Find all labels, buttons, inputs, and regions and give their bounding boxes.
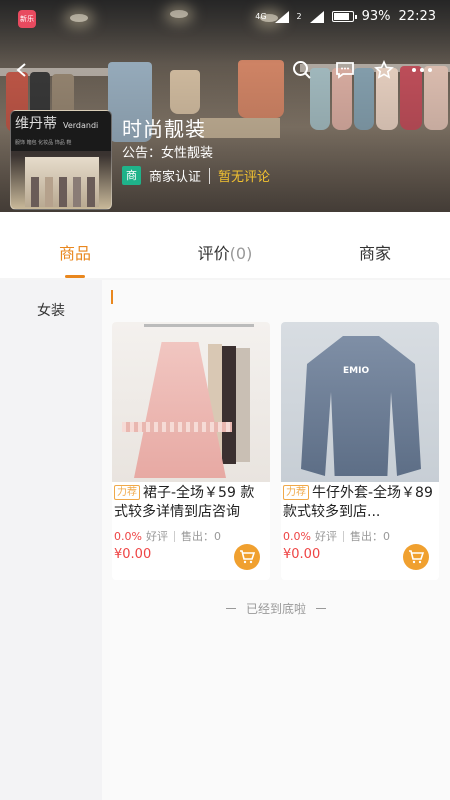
logo-name-en: Verdandi <box>63 121 99 130</box>
store-notice: 公告：女性靓装 <box>122 146 214 161</box>
review-status[interactable]: 暂无评论 <box>218 166 270 185</box>
logo-name-cn: 维丹蒂 <box>15 116 57 132</box>
tab-bar: 商品 评价(0) 商家 <box>0 212 450 278</box>
product-image-jacket[interactable]: EMIO <box>281 322 439 482</box>
sim2-label: 2 <box>296 12 302 21</box>
cart-icon <box>409 550 424 564</box>
cart-icon <box>240 550 255 564</box>
merchant-badge-icon: 商 <box>122 166 141 185</box>
recommend-tag: 力荐 <box>114 485 140 500</box>
product-stats: 0.0% 好评 售出：0 <box>283 529 390 544</box>
sold-count: 售出：0 <box>349 530 390 543</box>
meta-divider <box>209 167 211 184</box>
tab-products[interactable]: 商品 <box>0 212 150 278</box>
back-arrow-icon <box>16 63 26 77</box>
add-to-cart-button[interactable] <box>403 544 429 570</box>
add-to-cart-button[interactable] <box>234 544 260 570</box>
category-item-womens[interactable]: 女装 <box>0 280 102 342</box>
message-button[interactable] <box>331 56 359 84</box>
status-bar: 新乐 4G 2 93% 22:23 <box>0 0 450 36</box>
recommend-tag: 力荐 <box>283 485 309 500</box>
product-title[interactable]: 力荐 牛仔外套-全场￥89 款式较多到店... <box>281 482 439 522</box>
end-of-list: 已经到底啦 <box>102 600 450 617</box>
merchant-cert-label: 商家认证 <box>149 170 202 185</box>
positive-rate: 0.0% <box>114 529 142 543</box>
product-title[interactable]: 力荐 裙子-全场￥59 款式较多详情到店咨询 <box>112 482 270 522</box>
battery-icon <box>331 11 357 22</box>
section-marker <box>111 290 113 304</box>
positive-rate: 0.0% <box>283 529 311 543</box>
store-meta: 商 商家认证 暂无评论 <box>122 166 270 185</box>
signal-2-icon <box>309 10 324 23</box>
more-button[interactable] <box>408 56 436 84</box>
more-dots-icon <box>412 68 432 72</box>
search-button[interactable] <box>288 56 316 84</box>
back-button[interactable] <box>8 56 36 84</box>
category-sidebar: 女装 <box>0 280 102 800</box>
star-icon <box>374 60 394 79</box>
favorite-button[interactable] <box>370 56 398 84</box>
product-image-skirt[interactable] <box>112 322 270 482</box>
product-card[interactable]: 力荐 裙子-全场￥59 款式较多详情到店咨询 0.0% 好评 售出：0 ¥0.00 <box>112 322 270 580</box>
product-card[interactable]: EMIO 力荐 牛仔外套-全场￥89 款式较多到店... 0.0% 好评 售出：0 … <box>281 322 439 580</box>
store-logo: 维丹蒂 Verdandi 服饰 箱包 化妆品 饰品 鞋 <box>10 110 112 210</box>
tab-merchant[interactable]: 商家 <box>300 212 450 278</box>
signal-icon <box>274 10 289 23</box>
product-list: 力荐 裙子-全场￥59 款式较多详情到店咨询 0.0% 好评 售出：0 ¥0.00 … <box>102 280 450 800</box>
battery-percent: 93% <box>361 9 391 24</box>
chat-icon <box>336 62 354 79</box>
tab-reviews[interactable]: 评价(0) <box>150 212 300 278</box>
logo-subtitle: 服饰 箱包 化妆品 饰品 鞋 <box>15 140 72 146</box>
sold-count: 售出：0 <box>180 530 221 543</box>
search-icon <box>293 61 311 79</box>
app-notification-icon: 新乐 <box>18 10 36 28</box>
product-stats: 0.0% 好评 售出：0 <box>114 529 221 544</box>
clock: 22:23 <box>398 9 436 24</box>
store-name: 时尚靓装 <box>122 117 206 141</box>
network-type: 4G <box>255 12 267 21</box>
